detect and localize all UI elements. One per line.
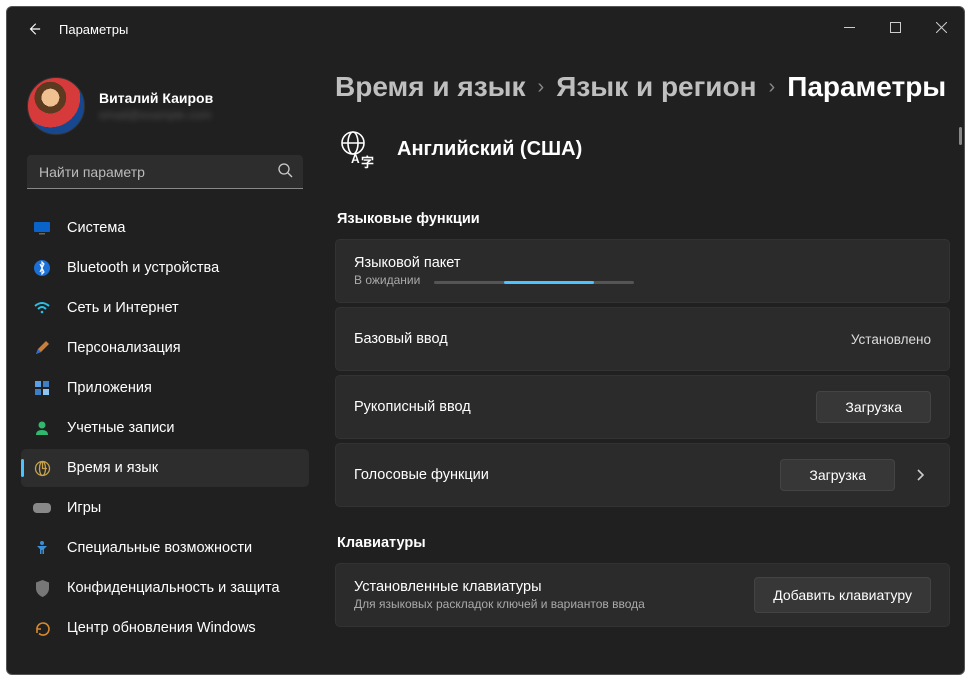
gamepad-icon [33, 499, 51, 517]
sidebar-item-network[interactable]: Сеть и Интернет [21, 289, 309, 327]
user-name: Виталий Каиров [99, 90, 213, 106]
shield-icon [33, 579, 51, 597]
sidebar-item-label: Игры [67, 500, 101, 516]
sidebar-item-label: Персонализация [67, 340, 181, 356]
maximize-button[interactable] [872, 7, 918, 47]
sidebar-item-label: Учетные записи [67, 420, 175, 436]
settings-window: Параметры Виталий Каиров email@example.c… [6, 6, 965, 675]
sidebar-item-label: Время и язык [67, 460, 158, 476]
globe-clock-icon [33, 459, 51, 477]
card-handwriting[interactable]: Рукописный ввод Загрузка [335, 375, 950, 439]
card-language-pack[interactable]: Языковой пакет В ожидании [335, 239, 950, 303]
section-title-keyboards: Клавиатуры [337, 535, 950, 551]
progress-bar [434, 281, 634, 284]
download-button[interactable]: Загрузка [816, 391, 931, 423]
sidebar-item-label: Bluetooth и устройства [67, 260, 219, 276]
sidebar-item-gaming[interactable]: Игры [21, 489, 309, 527]
sidebar-item-label: Конфиденциальность и защита [67, 580, 280, 596]
chevron-right-icon: › [769, 76, 776, 99]
sidebar-item-label: Сеть и Интернет [67, 300, 179, 316]
person-icon [33, 419, 51, 437]
feature-title: Базовый ввод [354, 331, 448, 347]
bluetooth-icon [33, 259, 51, 277]
back-button[interactable] [17, 12, 51, 46]
sidebar-item-accounts[interactable]: Учетные записи [21, 409, 309, 447]
keyboards-title: Установленные клавиатуры [354, 579, 645, 595]
minimize-button[interactable] [826, 7, 872, 47]
sidebar-item-apps[interactable]: Приложения [21, 369, 309, 407]
breadcrumb-time-language[interactable]: Время и язык [335, 71, 526, 103]
apps-icon [33, 379, 51, 397]
search-icon [277, 162, 293, 181]
card-installed-keyboards[interactable]: Установленные клавиатуры Для языковых ра… [335, 563, 950, 627]
window-title: Параметры [59, 22, 128, 37]
chevron-right-icon[interactable] [909, 464, 931, 486]
sidebar-item-label: Система [67, 220, 125, 236]
main-content: Время и язык › Язык и регион › Параметры… [317, 51, 964, 674]
breadcrumb-current: Параметры [787, 71, 946, 103]
language-globe-icon: A 字 [335, 127, 379, 171]
language-name: Английский (США) [397, 138, 582, 161]
search-box[interactable] [27, 155, 303, 189]
sidebar: Виталий Каиров email@example.com Си [7, 51, 317, 674]
update-icon [33, 619, 51, 637]
download-button[interactable]: Загрузка [780, 459, 895, 491]
sidebar-item-label: Специальные возможности [67, 540, 252, 556]
accessibility-icon [33, 539, 51, 557]
wifi-icon [33, 299, 51, 317]
card-voice[interactable]: Голосовые функции Загрузка [335, 443, 950, 507]
sidebar-nav: Система Bluetooth и устройства Сеть и Ин… [21, 209, 309, 647]
paintbrush-icon [33, 339, 51, 357]
scrollbar[interactable] [959, 127, 962, 145]
close-button[interactable] [918, 7, 964, 47]
feature-title: Рукописный ввод [354, 399, 471, 415]
search-input[interactable] [27, 155, 303, 189]
sidebar-item-label: Приложения [67, 380, 152, 396]
add-keyboard-button[interactable]: Добавить клавиатуру [754, 577, 931, 613]
feature-status: В ожидании [354, 273, 420, 287]
language-header: A 字 Английский (США) [335, 127, 950, 171]
breadcrumb-language-region[interactable]: Язык и регион [556, 71, 756, 103]
section-title-features: Языковые функции [337, 211, 950, 227]
sidebar-item-time-language[interactable]: Время и язык [21, 449, 309, 487]
avatar [27, 77, 85, 135]
feature-status: Установлено [851, 332, 931, 347]
titlebar: Параметры [7, 7, 964, 51]
sidebar-item-personalization[interactable]: Персонализация [21, 329, 309, 367]
card-basic-input[interactable]: Базовый ввод Установлено [335, 307, 950, 371]
feature-title: Голосовые функции [354, 467, 489, 483]
chevron-right-icon: › [538, 76, 545, 99]
sidebar-item-accessibility[interactable]: Специальные возможности [21, 529, 309, 567]
sidebar-item-system[interactable]: Система [21, 209, 309, 247]
user-email: email@example.com [99, 108, 213, 122]
sidebar-item-windows-update[interactable]: Центр обновления Windows [21, 609, 309, 647]
display-icon [33, 219, 51, 237]
window-controls [826, 7, 964, 47]
keyboards-subtitle: Для языковых раскладок ключей и варианто… [354, 597, 645, 611]
profile-block[interactable]: Виталий Каиров email@example.com [21, 51, 309, 155]
svg-text:A: A [351, 152, 360, 166]
sidebar-item-bluetooth[interactable]: Bluetooth и устройства [21, 249, 309, 287]
breadcrumb: Время и язык › Язык и регион › Параметры [335, 71, 950, 103]
svg-text:字: 字 [361, 155, 374, 169]
feature-title: Языковой пакет [354, 255, 634, 271]
sidebar-item-privacy[interactable]: Конфиденциальность и защита [21, 569, 309, 607]
sidebar-item-label: Центр обновления Windows [67, 620, 256, 636]
